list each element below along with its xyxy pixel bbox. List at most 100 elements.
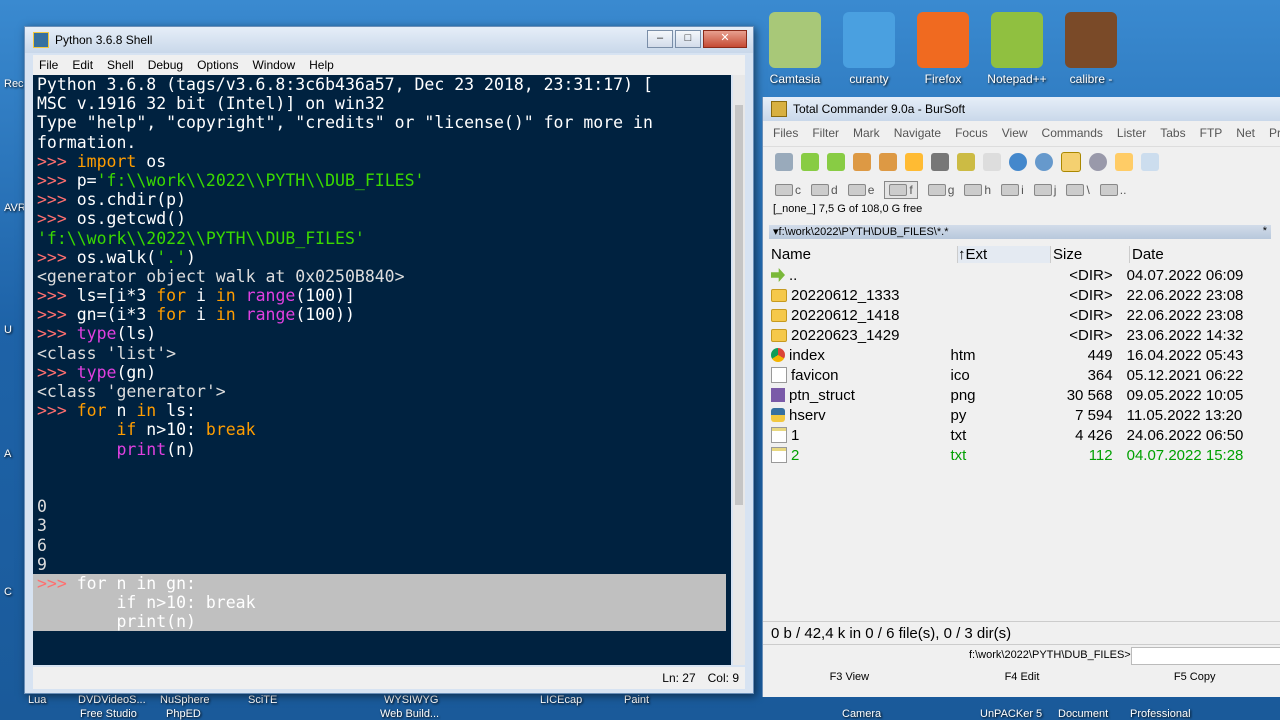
code-line: >>> for n in gn:	[33, 573, 726, 594]
desktop-bottom-label: Paint	[624, 694, 650, 706]
desktop-bottom-label: Professional	[1130, 708, 1191, 720]
tc-title: Total Commander 9.0a - BurSoft	[793, 102, 966, 116]
shell-scrollbar[interactable]	[733, 75, 745, 665]
unpack-icon[interactable]	[879, 153, 897, 171]
back-icon[interactable]	[801, 153, 819, 171]
drive-icon	[811, 184, 829, 196]
tc-menu-filter[interactable]: Filter	[812, 126, 839, 146]
tc-menu-pre[interactable]: Pre	[1269, 126, 1280, 146]
python-shell-window[interactable]: Python 3.6.8 Shell ‒ □ ✕ File Edit Shell…	[24, 26, 754, 694]
python-shell-titlebar[interactable]: Python 3.6.8 Shell	[25, 27, 753, 53]
search-icon[interactable]	[1089, 153, 1107, 171]
forward-icon[interactable]	[827, 153, 845, 171]
file-date: 16.04.2022 05:43	[1126, 346, 1244, 364]
col-date[interactable]: Date	[1130, 246, 1272, 263]
drive-button[interactable]: ..	[1099, 183, 1126, 197]
total-commander-window[interactable]: Total Commander 9.0a - BurSoft Files Filt…	[762, 97, 1280, 697]
code-line: formation.	[37, 132, 137, 152]
menu-shell[interactable]: Shell	[101, 58, 142, 72]
tc-menu-view[interactable]: View	[1002, 126, 1028, 146]
tc-menu-net[interactable]: Net	[1236, 126, 1255, 146]
file-row[interactable]: ptn_struct png 30 568 09.05.2022 10:05	[763, 385, 1280, 405]
shell-code-area[interactable]: Python 3.6.8 (tags/v3.6.8:3c6b436a57, De…	[33, 75, 731, 665]
drive-button[interactable]: d	[811, 183, 838, 197]
tc-menu-lister[interactable]: Lister	[1117, 126, 1146, 146]
desktop-icon[interactable]: Camtasia	[756, 12, 834, 86]
ftp-icon[interactable]	[1035, 153, 1053, 171]
view-icon[interactable]	[1141, 153, 1159, 171]
menu-window[interactable]: Window	[246, 58, 303, 72]
current-path-bar[interactable]: ▾f:\work\2022\PYTH\DUB_FILES\*.* *	[769, 225, 1271, 239]
drive-icon	[775, 184, 793, 196]
desktop-icon[interactable]: Firefox	[904, 12, 982, 86]
file-row[interactable]: index htm 449 16.04.2022 05:43	[763, 345, 1280, 365]
refresh-icon[interactable]	[775, 153, 793, 171]
ie-icon[interactable]	[1009, 153, 1027, 171]
tc-menu-files[interactable]: Files	[773, 126, 798, 146]
drive-button[interactable]: j	[1033, 183, 1056, 197]
file-row[interactable]: 20220623_1429 <DIR> 23.06.2022 14:32	[763, 325, 1280, 345]
code-line: >>> os.walk('.')	[37, 247, 196, 267]
tc-menu-ftp[interactable]: FTP	[1200, 126, 1223, 146]
f5-copy-button[interactable]: F5 Copy	[1108, 671, 1280, 683]
tc-menu-navigate[interactable]: Navigate	[894, 126, 941, 146]
tc-titlebar[interactable]: Total Commander 9.0a - BurSoft	[763, 97, 1280, 121]
f4-edit-button[interactable]: F4 Edit	[936, 671, 1109, 683]
close-button[interactable]: ✕	[703, 30, 747, 48]
col-ext[interactable]: ↑Ext	[958, 245, 1051, 263]
warning-icon[interactable]	[1061, 152, 1081, 172]
file-size: <DIR>	[1069, 306, 1113, 324]
tc-menu-tabs[interactable]: Tabs	[1160, 126, 1185, 146]
col-size[interactable]: Size	[1051, 245, 1130, 263]
file-name: 2	[791, 446, 800, 464]
file-date: 05.12.2021 06:22	[1126, 366, 1244, 384]
tree-icon[interactable]	[957, 153, 975, 171]
file-name: 20220612_1333	[791, 286, 900, 304]
tc-menu-commands[interactable]: Commands	[1042, 126, 1103, 146]
code-line: MSC v.1916 32 bit (Intel)] on win32	[37, 94, 385, 114]
drive-button[interactable]: e	[847, 183, 874, 197]
drive-button[interactable]: f	[884, 181, 918, 199]
drive-button[interactable]: i	[1001, 183, 1024, 197]
f3-view-button[interactable]: F3 View	[763, 671, 936, 683]
col-name[interactable]: Name	[771, 245, 958, 263]
menu-options[interactable]: Options	[191, 58, 246, 72]
maximize-button[interactable]: □	[675, 30, 701, 48]
menu-debug[interactable]: Debug	[142, 58, 191, 72]
file-row[interactable]: .. <DIR> 04.07.2022 06:09	[763, 265, 1280, 285]
menu-help[interactable]: Help	[303, 58, 342, 72]
desktop-icon[interactable]: calibre -	[1052, 12, 1130, 86]
file-row[interactable]: 20220612_1333 <DIR> 22.06.2022 23:08	[763, 285, 1280, 305]
code-line: >>> os.getcwd()	[37, 209, 187, 229]
notes-icon[interactable]	[1115, 153, 1133, 171]
file-row[interactable]: 20220612_1418 <DIR> 22.06.2022 23:08	[763, 305, 1280, 325]
tools-icon[interactable]	[931, 153, 949, 171]
file-row[interactable]: 1 txt 4 426 24.06.2022 06:50	[763, 425, 1280, 445]
menu-edit[interactable]: Edit	[66, 58, 101, 72]
file-row[interactable]: favicon ico 364 05.12.2021 06:22	[763, 365, 1280, 385]
menu-file[interactable]: File	[33, 58, 66, 72]
app-icon	[769, 12, 821, 68]
desktop-icon[interactable]: Notepad++	[978, 12, 1056, 86]
tc-menu-mark[interactable]: Mark	[853, 126, 880, 146]
drive-button[interactable]: \	[1066, 183, 1090, 197]
drive-letter: h	[984, 183, 992, 197]
code-line: if n>10: break	[116, 420, 256, 440]
scrollbar-thumb[interactable]	[735, 105, 743, 505]
favorites-icon[interactable]	[905, 153, 923, 171]
clipboard-icon[interactable]	[983, 153, 1001, 171]
file-row[interactable]: 2 txt 112 04.07.2022 15:28	[763, 445, 1280, 465]
minimize-button[interactable]: ‒	[647, 30, 673, 48]
drive-button[interactable]: g	[927, 183, 954, 197]
drive-button[interactable]: h	[964, 183, 991, 197]
desktop-icon[interactable]: curanty	[830, 12, 908, 86]
desktop-bottom-label: Lua	[28, 694, 47, 706]
tc-menu-focus[interactable]: Focus	[955, 126, 988, 146]
path-star[interactable]: *	[1263, 225, 1267, 239]
file-name-cell: 20220612_1333	[771, 287, 950, 304]
file-row[interactable]: hserv py 7 594 11.05.2022 13:20	[763, 405, 1280, 425]
drive-button[interactable]: c	[775, 183, 801, 197]
pack-icon[interactable]	[853, 153, 871, 171]
drive-icon	[964, 184, 983, 196]
cmd-input[interactable]	[1131, 647, 1280, 665]
